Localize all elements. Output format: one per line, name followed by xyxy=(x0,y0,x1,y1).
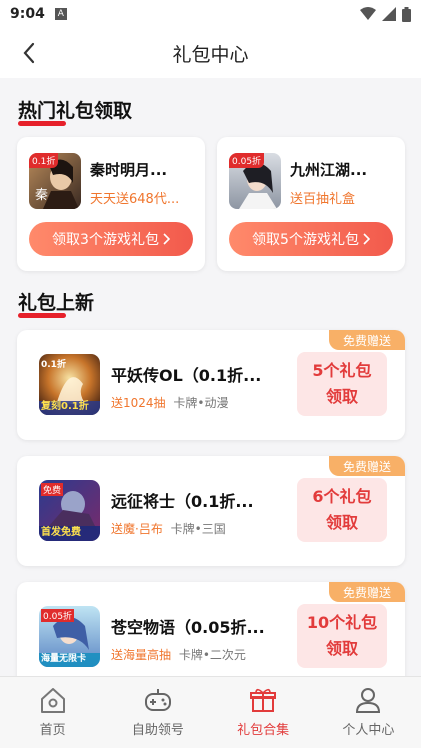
gift-highlight: 送1024抽 xyxy=(111,396,166,410)
back-button[interactable] xyxy=(14,38,44,68)
gift-game-meta: 送海量高抽 卡牌•二次元 xyxy=(111,646,246,663)
tab-self-service[interactable]: 自助领号 xyxy=(105,677,210,748)
tab-gift-collection[interactable]: 礼包合集 xyxy=(211,677,316,748)
tab-gift-collection-label: 礼包合集 xyxy=(237,723,290,738)
bottom-tab-bar: 首页 自助领号 礼包合集 个人中心 xyxy=(0,676,421,748)
hot-gift-card[interactable]: 0.05折 九州江湖... 送百抽礼盒 领取5个游戏礼包 xyxy=(217,137,405,271)
discount-badge: 0.05折 xyxy=(229,153,265,168)
gift-game-meta: 送1024抽 卡牌•动漫 xyxy=(111,394,228,411)
home-icon xyxy=(40,688,65,713)
gift-game-meta: 送魔·吕布 卡牌•三国 xyxy=(111,520,226,537)
hot-game-name: 秦时明月... xyxy=(90,161,168,179)
claim-action: 领取 xyxy=(325,513,358,532)
gift-tags: 卡牌•三国 xyxy=(170,522,226,536)
chevron-right-icon xyxy=(363,233,370,245)
status-time: 9:04 xyxy=(10,6,45,22)
user-icon xyxy=(356,688,381,713)
gamepad-icon xyxy=(144,689,171,711)
game-icon-qinshi: 秦 0.1折 xyxy=(29,153,81,209)
claim-gift-button[interactable]: 10个礼包 领取 xyxy=(297,604,387,668)
signal-icon xyxy=(382,7,396,21)
new-section-title: 礼包上新 xyxy=(18,288,95,318)
game-icon-jiuzhou: 0.05折 xyxy=(229,153,281,209)
gift-tags: 卡牌•动漫 xyxy=(173,396,229,410)
game-icon-yuanzheng: 免费 首发免费 xyxy=(39,480,100,541)
status-bar: 9:04 A xyxy=(0,0,421,28)
discount-badge: 0.05折 xyxy=(41,609,75,622)
hot-section-title: 热门礼包领取 xyxy=(18,96,133,126)
gift-highlight: 送魔·吕布 xyxy=(111,522,163,536)
gift-highlight: 送海量高抽 xyxy=(111,648,172,662)
free-tag: 免费赠送 xyxy=(329,330,405,350)
gift-game-name: 平妖传OL（0.1折... xyxy=(111,366,262,385)
discount-badge: 0.1折 xyxy=(41,360,66,370)
tab-profile[interactable]: 个人中心 xyxy=(316,677,421,748)
icon-banner: 首发免费 xyxy=(41,527,81,538)
page-title: 礼包中心 xyxy=(172,43,249,66)
hot-gift-card[interactable]: 秦 0.1折 秦时明月... 天天送648代... 领取3个游戏礼包 xyxy=(17,137,205,271)
claim-hot-button[interactable]: 领取5个游戏礼包 xyxy=(229,222,393,256)
claim-hot-label: 领取5个游戏礼包 xyxy=(252,232,359,248)
claim-gift-button[interactable]: 5个礼包 领取 xyxy=(297,352,387,416)
tab-home-label: 首页 xyxy=(39,723,66,738)
discount-badge: 免费 xyxy=(41,483,64,496)
hot-section-title-text: 热门礼包领取 xyxy=(18,100,133,122)
battery-icon xyxy=(402,6,411,22)
claim-count: 5个礼包 xyxy=(312,361,372,380)
claim-action: 领取 xyxy=(325,639,358,658)
hot-game-name: 九州江湖... xyxy=(290,161,368,179)
free-tag: 免费赠送 xyxy=(329,456,405,476)
icon-banner: 海量无限卡 xyxy=(41,654,87,664)
status-notification-icon: A xyxy=(54,8,67,20)
chevron-left-icon xyxy=(23,42,35,64)
status-icons xyxy=(360,6,411,22)
gift-card[interactable]: 免费赠送 免费 首发免费 远征将士（0.1折... 送魔·吕布 卡牌•三国 6个… xyxy=(17,456,405,566)
wifi-icon xyxy=(360,7,376,20)
gift-tags: 卡牌•二次元 xyxy=(178,648,246,662)
svg-text:秦: 秦 xyxy=(35,188,48,203)
free-tag: 免费赠送 xyxy=(329,582,405,602)
chevron-right-icon xyxy=(163,233,170,245)
gift-game-name: 苍空物语（0.05折... xyxy=(111,618,265,637)
gift-game-name: 远征将士（0.1折... xyxy=(111,492,254,511)
claim-hot-button[interactable]: 领取3个游戏礼包 xyxy=(29,222,193,256)
hot-game-desc: 天天送648代... xyxy=(90,192,180,207)
claim-gift-button[interactable]: 6个礼包 领取 xyxy=(297,478,387,542)
claim-count: 6个礼包 xyxy=(312,487,372,506)
tab-self-service-label: 自助领号 xyxy=(131,723,184,738)
hot-game-desc: 送百抽礼盒 xyxy=(290,192,356,207)
claim-action: 领取 xyxy=(325,387,358,406)
new-section-title-text: 礼包上新 xyxy=(18,292,95,314)
game-icon-pingyao: 0.1折 复刻0.1折 xyxy=(39,354,100,415)
claim-count: 10个礼包 xyxy=(306,613,378,632)
discount-badge: 0.1折 xyxy=(29,153,59,168)
gift-icon xyxy=(250,688,277,712)
navbar: 礼包中心 xyxy=(0,28,421,78)
gift-card[interactable]: 免费赠送 0.1折 复刻0.1折 平妖传OL（0.1折... 送1024抽 卡牌… xyxy=(17,330,405,440)
claim-hot-label: 领取3个游戏礼包 xyxy=(52,232,159,248)
tab-home[interactable]: 首页 xyxy=(0,677,105,748)
icon-banner: 复刻0.1折 xyxy=(41,401,89,412)
game-icon-cangkong: 0.05折 海量无限卡 xyxy=(39,606,100,667)
tab-profile-label: 个人中心 xyxy=(342,723,395,738)
